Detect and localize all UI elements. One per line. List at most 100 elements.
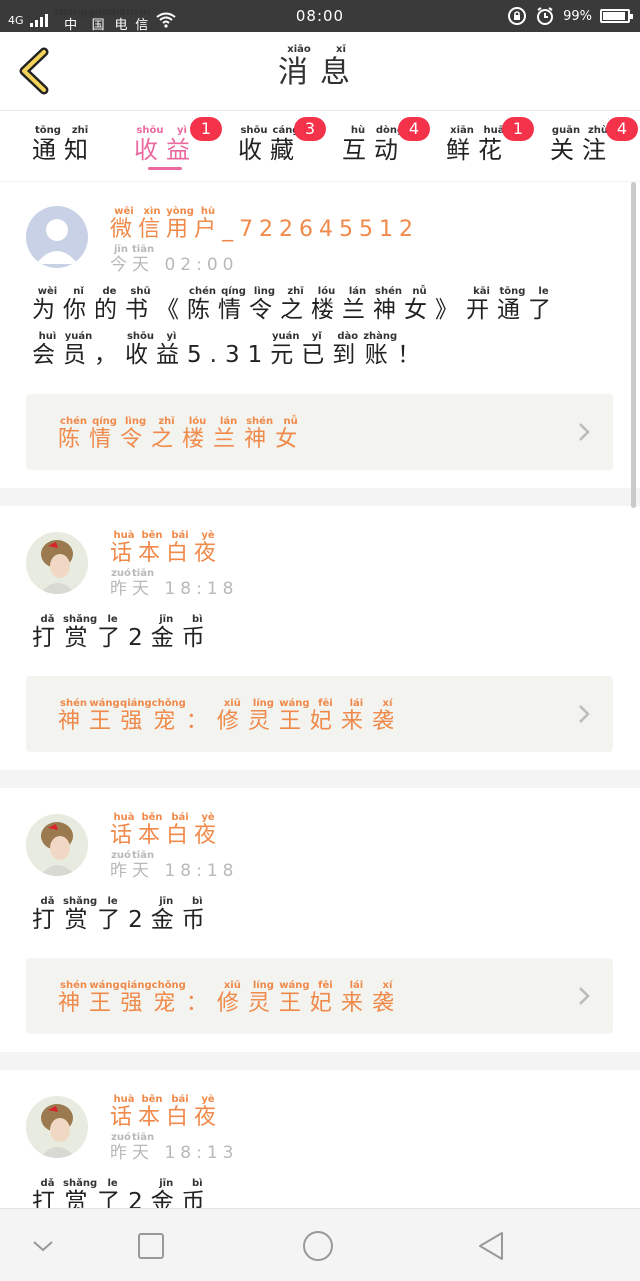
message-card[interactable]: 话huà本běn白bái夜yè 昨zuó天tiān 18:18 打dǎ赏shǎn… [0, 506, 640, 770]
tab-label: 收shōu益yì [134, 125, 198, 164]
tab-label: 通tōng知zhī [32, 125, 96, 164]
ruby-char: 信xìn [138, 206, 167, 242]
ruby-char: 宠chǒng [151, 698, 186, 734]
user-avatar[interactable] [26, 1096, 88, 1158]
ruby-char: 打dǎ [32, 1178, 63, 1208]
ruby-char: 王wáng [278, 980, 310, 1016]
ruby-char: 已yǐ [301, 331, 333, 368]
ruby-char: 陈chén [58, 416, 90, 452]
rotation-lock-icon [508, 7, 527, 25]
ruby-char: 你nǐ [63, 286, 94, 323]
tab-favorites[interactable]: 收shōu藏cáng 3 [238, 117, 338, 175]
book-link[interactable]: 神shén王wáng强qiáng宠chǒng：修xiū灵líng王wáng妃fē… [26, 958, 613, 1034]
ruby-char: 白bái [166, 530, 195, 566]
message-line: 为wèi你nǐ的de书shū《陈chén情qíng令lìng之zhī楼lóu兰l… [32, 286, 612, 331]
ruby-char: 今jīn [110, 244, 132, 275]
tab-flowers[interactable]: 鲜xiān花huā 1 [446, 117, 546, 175]
sender-name[interactable]: 话huà本běn白bái夜yè [110, 1094, 222, 1131]
ruby-char: 微wēi [110, 206, 139, 242]
tab-notice[interactable]: 通tōng知zhī [32, 125, 132, 175]
ruby-char: 强qiáng [120, 980, 152, 1016]
ruby-char: 户hù [194, 206, 223, 242]
ruby-char: ： [185, 709, 217, 734]
ruby-char: 员yuán [63, 331, 94, 368]
recent-apps-square-icon[interactable] [134, 1229, 168, 1263]
ruby-char: 王wáng [89, 698, 121, 734]
battery-icon [600, 9, 633, 23]
ruby-char: 鲜xiān [446, 125, 478, 164]
unread-badge: 4 [606, 117, 638, 141]
ruby-char: 消xiāo [278, 44, 320, 90]
message-time: 昨zuó天tiān 18:18 [110, 850, 238, 881]
ruby-char: 赏shǎng [63, 614, 98, 651]
ruby-char: 通tōng [32, 125, 64, 164]
message-line: 会huì员yuán，收shōu益yì5.31元yuán已yǐ到dào账zhàng… [32, 331, 612, 376]
status-bar: 4G 中zhōng国guó电diàn信xìn 08:00 99% [0, 0, 640, 33]
tab-label: 关guān注zhù [550, 125, 614, 164]
sender-name[interactable]: 话huà本běn白bái夜yè [110, 812, 222, 849]
ruby-char: 打dǎ [32, 896, 63, 933]
ruby-char: 宠chǒng [151, 980, 186, 1016]
ruby-char: ， [94, 342, 125, 368]
chevron-down-icon[interactable] [26, 1229, 60, 1263]
ruby-char: 夜yè [194, 812, 223, 848]
ruby-char: 天tiān [132, 244, 155, 275]
ruby-char: 《 [156, 297, 187, 323]
scrollbar[interactable] [631, 182, 636, 508]
ruby-char: 币bì [181, 896, 213, 933]
user-avatar[interactable] [26, 532, 88, 594]
ruby-char: 话huà [110, 530, 139, 566]
sender-name[interactable]: 微wēi信xìn用yòng户hù_722645512 [110, 206, 419, 243]
ruby-char: 神shén [373, 286, 404, 323]
ruby-char: 了le [97, 896, 129, 933]
ruby-char: 修xiū [216, 698, 248, 734]
ruby-char: 元yuán [270, 331, 302, 368]
back-triangle-icon[interactable] [474, 1229, 508, 1263]
active-tab-indicator [148, 167, 182, 170]
book-title: 陈chén情qíng令lìng之zhī楼lóu兰lán神shén女nǚ [58, 416, 306, 453]
tab-follow[interactable]: 关guān注zhù 4 [550, 117, 640, 175]
sender-name[interactable]: 话huà本běn白bái夜yè [110, 530, 222, 567]
ruby-char: 来lái [340, 980, 372, 1016]
message-list[interactable]: 微wēi信xìn用yòng户hù_722645512 今jīn天tiān 02:… [0, 182, 640, 1208]
ruby-char: 收shōu [125, 331, 156, 368]
page-title: 消xiāo息xī [0, 44, 640, 91]
chevron-right-icon [579, 987, 590, 1005]
default-avatar-icon[interactable] [26, 206, 88, 268]
message-text: 打dǎ赏shǎng了le2金jīn币bì [32, 1178, 612, 1208]
message-time: 昨zuó天tiān 18:13 [110, 1132, 238, 1163]
ruby-char: 昨zuó [110, 568, 132, 599]
message-card[interactable]: 话huà本běn白bái夜yè 昨zuó天tiān 18:18 打dǎ赏shǎn… [0, 788, 640, 1052]
ruby-char: 王wáng [89, 980, 121, 1016]
tab-label: 收shōu藏cáng [238, 125, 302, 164]
user-avatar[interactable] [26, 814, 88, 876]
ruby-char: 了le [97, 1178, 129, 1208]
message-card[interactable]: 话huà本běn白bái夜yè 昨zuó天tiān 18:13 打dǎ赏shǎn… [0, 1070, 640, 1208]
page-title-text: 消xiāo息xī [278, 44, 362, 90]
ruby-char: 18:13 [154, 1143, 239, 1163]
message-card[interactable]: 微wēi信xìn用yòng户hù_722645512 今jīn天tiān 02:… [0, 182, 640, 488]
home-circle-icon[interactable] [301, 1229, 335, 1263]
tab-bar: 通tōng知zhī 收shōu益yì 1 收shōu藏cáng 3 互hù动dò… [0, 111, 640, 181]
ruby-char: 赏shǎng [63, 896, 98, 933]
message-time: 今jīn天tiān 02:00 [110, 244, 238, 275]
ruby-char: 话huà [110, 1094, 139, 1130]
ruby-char: 修xiū [216, 980, 248, 1016]
ruby-char: 账zhàng [363, 331, 398, 368]
tab-interaction[interactable]: 互hù动dòng 4 [342, 117, 442, 175]
book-link[interactable]: 陈chén情qíng令lìng之zhī楼lóu兰lán神shén女nǚ [26, 394, 613, 470]
status-right: 99% [507, 6, 633, 26]
tab-earnings[interactable]: 收shōu益yì 1 [134, 117, 234, 175]
ruby-char: 2 [128, 1189, 151, 1208]
unread-badge: 1 [502, 117, 534, 141]
ruby-char: 兰lán [342, 286, 373, 323]
system-nav-bar [0, 1208, 640, 1281]
ruby-char: 币bì [181, 1178, 213, 1208]
ruby-char: 会huì [32, 331, 63, 368]
message-text: 打dǎ赏shǎng了le2金jīn币bì [32, 614, 612, 659]
ruby-char: 之zhī [280, 286, 311, 323]
ruby-char: 袭xí [371, 980, 403, 1016]
user-photo [26, 532, 88, 594]
book-link[interactable]: 神shén王wáng强qiáng宠chǒng：修xiū灵líng王wáng妃fē… [26, 676, 613, 752]
ruby-char: 18:18 [154, 861, 239, 881]
